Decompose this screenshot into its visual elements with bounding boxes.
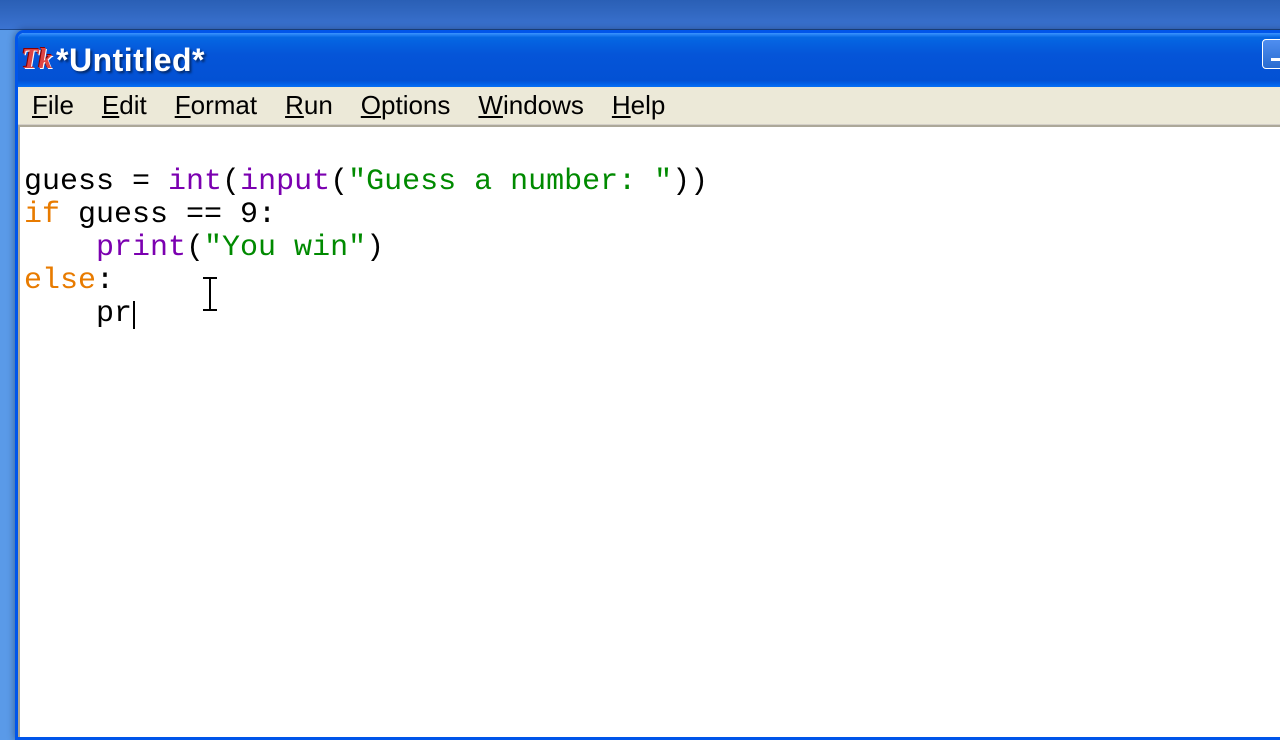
code-editor[interactable]: guess = int(input("Guess a number: ")) i… — [18, 125, 1280, 737]
code-text: : — [96, 264, 114, 298]
menu-windows[interactable]: Windows — [464, 87, 597, 124]
string-literal: "You win" — [204, 231, 366, 265]
builtin-print: print — [96, 231, 186, 265]
titlebar[interactable]: Tk *Untitled* — [18, 33, 1280, 87]
menu-file[interactable]: File — [18, 87, 88, 124]
text-caret — [133, 301, 135, 329]
code-text: ( — [222, 165, 240, 199]
menu-format[interactable]: Format — [161, 87, 271, 124]
minimize-button[interactable] — [1262, 39, 1280, 69]
menu-help[interactable]: Help — [598, 87, 679, 124]
desktop-background-strip — [0, 0, 1280, 30]
builtin-input: input — [240, 165, 330, 199]
menu-edit[interactable]: Edit — [88, 87, 161, 124]
code-text: )) — [672, 165, 708, 199]
ibeam-cursor-icon — [200, 277, 220, 311]
code-text: guess = — [24, 165, 168, 199]
menu-options[interactable]: Options — [347, 87, 465, 124]
code-indent — [24, 297, 96, 331]
tk-feather-icon: Tk — [22, 45, 52, 75]
keyword-if: if — [24, 198, 60, 232]
code-indent — [24, 231, 96, 265]
minimize-icon — [1271, 58, 1280, 61]
editor-window: Tk *Untitled* File Edit Format Run Optio… — [15, 30, 1280, 740]
code-text: ( — [186, 231, 204, 265]
menu-run[interactable]: Run — [271, 87, 347, 124]
builtin-int: int — [168, 165, 222, 199]
window-title: *Untitled* — [56, 42, 205, 79]
code-text: pr — [96, 297, 132, 331]
code-text: ( — [330, 165, 348, 199]
window-control-buttons — [1262, 39, 1280, 69]
code-text: guess == 9: — [60, 198, 276, 232]
string-literal: "Guess a number: " — [348, 165, 672, 199]
keyword-else: else — [24, 264, 96, 298]
code-text: ) — [366, 231, 384, 265]
menubar: File Edit Format Run Options Windows Hel… — [18, 87, 1280, 125]
